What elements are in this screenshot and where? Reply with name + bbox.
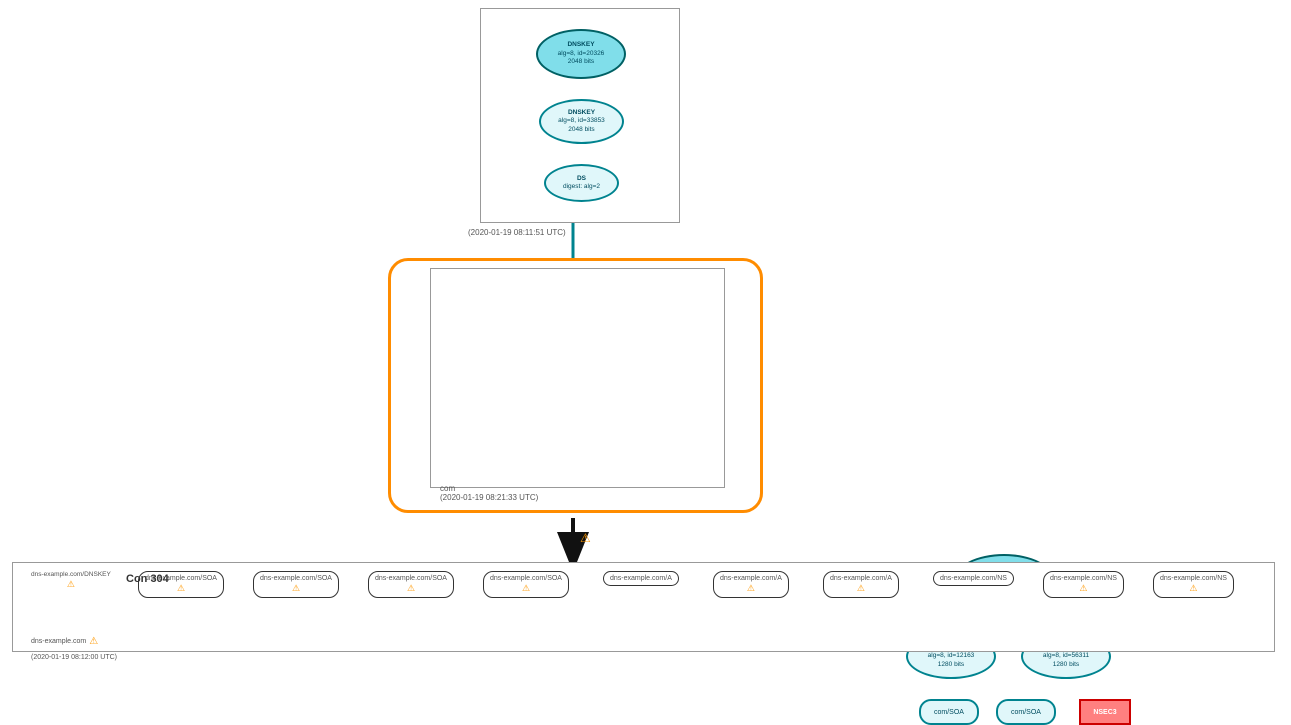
dns-zone-bottom-label: dns-example.com ⚠ bbox=[31, 636, 98, 647]
con-304-label: Con 304 bbox=[126, 573, 169, 585]
dnskey-root-1-node[interactable]: DNSKEY alg=8, id=20326 2048 bits bbox=[536, 29, 626, 79]
svg-text:⚠: ⚠ bbox=[580, 531, 591, 545]
com-soa-2-node[interactable]: com/SOA bbox=[996, 699, 1056, 725]
dns-soa-3-item[interactable]: dns-example.com/SOA⚠ bbox=[368, 571, 454, 598]
root-zone-box: DNSKEY alg=8, id=20326 2048 bits DNSKEY … bbox=[480, 8, 680, 223]
dns-zone-bottom-timestamp: (2020-01-19 08:12:00 UTC) bbox=[31, 654, 117, 661]
dns-soa-4-item[interactable]: dns-example.com/SOA⚠ bbox=[483, 571, 569, 598]
dns-ns-1-item[interactable]: dns-example.com/NS bbox=[933, 571, 1014, 586]
nsec3-node[interactable]: NSEC3 bbox=[1079, 699, 1131, 725]
com-zone-label: com (2020-01-19 08:21:33 UTC) bbox=[440, 484, 538, 502]
dns-soa-2-item[interactable]: dns-example.com/SOA⚠ bbox=[253, 571, 339, 598]
root-zone-timestamp: (2020-01-19 08:11:51 UTC) bbox=[468, 228, 566, 237]
dns-a-1-item[interactable]: dns-example.com/A bbox=[603, 571, 679, 586]
dns-ns-3-item[interactable]: dns-example.com/NS⚠ bbox=[1153, 571, 1234, 598]
com-soa-1-node[interactable]: com/SOA bbox=[919, 699, 979, 725]
com-inner-box: DNSKEY alg=8, id=30909 2048 bits DNSKEY … bbox=[430, 268, 725, 488]
dns-example-zone-box: dns-example.com/DNSKEY ⚠ dns-example.com… bbox=[12, 562, 1275, 652]
dnskey-root-2-node[interactable]: DNSKEY alg=8, id=33853 2048 bits bbox=[539, 99, 624, 144]
dns-ns-2-item[interactable]: dns-example.com/NS⚠ bbox=[1043, 571, 1124, 598]
dns-dnskey-item[interactable]: dns-example.com/DNSKEY ⚠ bbox=[31, 571, 111, 590]
dns-a-2-item[interactable]: dns-example.com/A⚠ bbox=[713, 571, 789, 598]
ds-root-node[interactable]: DS digest: alg=2 bbox=[544, 164, 619, 202]
dns-a-3-item[interactable]: dns-example.com/A⚠ bbox=[823, 571, 899, 598]
diagram-container: ⚠ DNSKEY alg=8, id=20326 2048 bits bbox=[0, 0, 1291, 685]
